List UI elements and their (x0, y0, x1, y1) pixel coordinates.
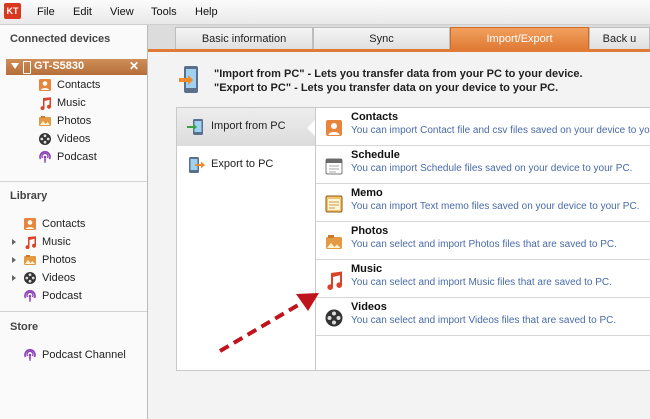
contacts-icon (326, 120, 342, 136)
row-description: You can import Schedule files saved on y… (351, 163, 633, 174)
row-title: Schedule (351, 149, 400, 161)
tab-basic-information[interactable]: Basic information (175, 27, 313, 49)
info-import-text: "Import from PC" - Lets you transfer dat… (214, 68, 583, 80)
connected-devices-title: Connected devices (10, 33, 111, 45)
music-icon (25, 236, 37, 249)
sidebar: Connected devices GT-S5830 ✕ Contacts Mu… (0, 25, 148, 419)
info-export-text: "Export to PC" - Lets you transfer data … (214, 82, 559, 94)
phone-icon (23, 61, 31, 74)
expand-arrow-icon[interactable] (12, 239, 16, 245)
row-description: You can import Text memo files saved on … (351, 201, 640, 212)
menu-view[interactable]: View (110, 0, 134, 24)
row-title: Videos (351, 301, 387, 313)
podcast-icon (24, 290, 36, 302)
library-item-label: Photos (42, 254, 77, 266)
music-icon (327, 271, 343, 290)
podcast-icon (24, 349, 36, 361)
row-description: You can select and import Music files th… (351, 277, 612, 288)
divider (0, 311, 147, 312)
music-icon (40, 97, 52, 110)
row-description: You can import Contact file and csv file… (351, 125, 650, 136)
videos-icon (325, 309, 343, 327)
row-schedule[interactable]: Schedule You can import Schedule files s… (316, 146, 650, 184)
device-item-label: Contacts (57, 79, 101, 91)
menu-file[interactable]: File (37, 0, 55, 24)
option-label: Export to PC (211, 158, 274, 170)
row-contacts[interactable]: Contacts You can import Contact file and… (316, 108, 650, 146)
option-export-to-pc[interactable]: Export to PC (177, 146, 315, 184)
export-icon (189, 157, 205, 173)
option-import-from-pc[interactable]: Import from PC (177, 108, 315, 146)
option-label: Import from PC (211, 120, 286, 132)
app-logo: KT (4, 3, 21, 19)
device-item-label: Podcast (57, 151, 97, 163)
menu-edit[interactable]: Edit (73, 0, 92, 24)
row-description: You can select and import Videos files t… (351, 315, 617, 326)
row-title: Contacts (351, 111, 399, 123)
selection-pointer (307, 120, 315, 136)
photos-icon (39, 116, 51, 126)
device-item-label: Photos (57, 115, 92, 127)
disconnect-close-icon[interactable]: ✕ (129, 59, 139, 73)
photos-icon (326, 235, 342, 249)
library-title: Library (10, 190, 48, 202)
store-title: Store (10, 321, 39, 333)
device-item-label: Videos (57, 133, 91, 145)
library-item-label: Videos (42, 272, 76, 284)
podcast-icon (39, 151, 51, 163)
device-item-label: Music (57, 97, 86, 109)
device-name: GT-S5830 (34, 60, 85, 72)
row-title: Photos (351, 225, 389, 237)
device-row[interactable]: GT-S5830 ✕ (6, 59, 147, 75)
row-title: Music (351, 263, 383, 275)
direction-list: Import from PC Export to PC (177, 108, 316, 370)
videos-icon (24, 272, 36, 284)
divider (0, 181, 147, 182)
tab-import-export[interactable]: Import/Export (450, 27, 589, 49)
store-item-label: Podcast Channel (42, 349, 126, 361)
contacts-icon (24, 218, 36, 230)
menu-bar: KT File Edit View Tools Help (0, 0, 650, 25)
row-videos[interactable]: Videos You can select and import Videos … (316, 298, 650, 336)
contacts-icon (39, 79, 51, 91)
library-item-label: Music (42, 236, 71, 248)
tab-sync[interactable]: Sync (313, 27, 450, 49)
row-memo[interactable]: Memo You can import Text memo files save… (316, 184, 650, 222)
library-item-label: Contacts (42, 218, 86, 230)
menu-help[interactable]: Help (195, 0, 218, 24)
import-export-panel: Import from PC Export to PC Contacts You… (176, 107, 650, 371)
photos-icon (24, 255, 36, 265)
row-photos[interactable]: Photos You can select and import Photos … (316, 222, 650, 260)
videos-icon (39, 133, 51, 145)
schedule-icon (325, 158, 343, 175)
tab-backup[interactable]: Back u (589, 27, 650, 49)
expand-arrow-icon[interactable] (12, 257, 16, 263)
collapse-arrow-icon[interactable] (11, 63, 19, 69)
expand-arrow-icon[interactable] (12, 275, 16, 281)
memo-icon (325, 195, 343, 213)
library-item-label: Podcast (42, 290, 82, 302)
phone-transfer-icon (179, 66, 198, 93)
menu-tools[interactable]: Tools (151, 0, 177, 24)
row-description: You can select and import Photos files t… (351, 239, 617, 250)
tab-bar: Basic information Sync Import/Export Bac… (148, 25, 650, 49)
row-title: Memo (351, 187, 383, 199)
main-content: Basic information Sync Import/Export Bac… (148, 25, 650, 419)
row-music[interactable]: Music You can select and import Music fi… (316, 260, 650, 298)
import-icon (187, 119, 203, 135)
tab-underline (148, 49, 650, 52)
